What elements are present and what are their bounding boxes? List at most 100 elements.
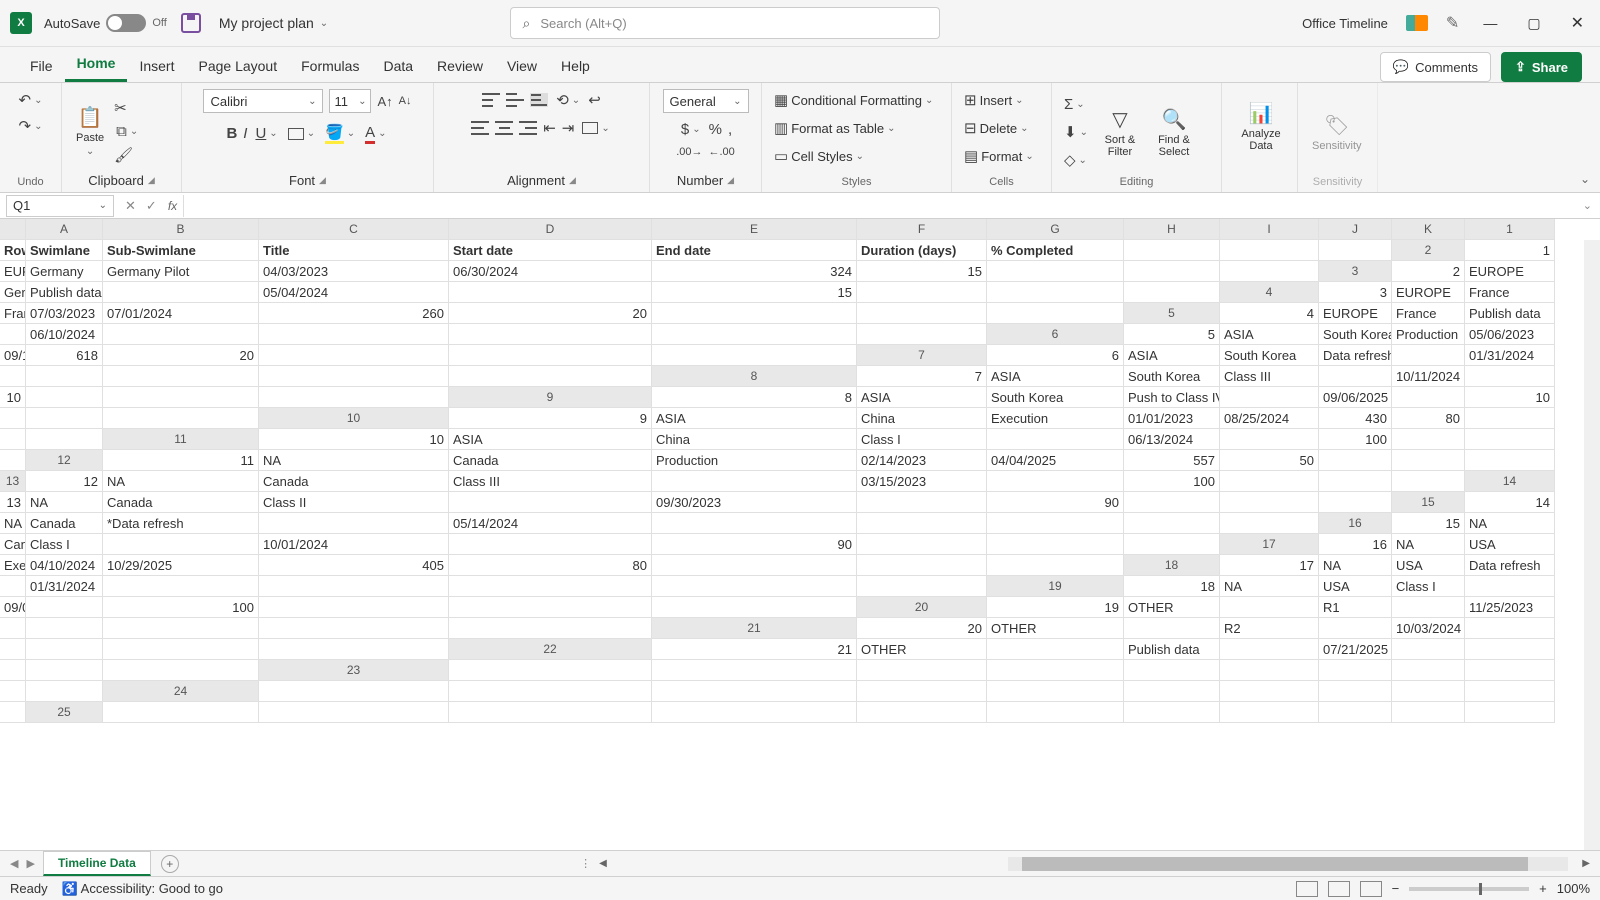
cell-I13[interactable] (1220, 471, 1319, 492)
format-cells-button[interactable]: ▤Format⌄ (962, 145, 1036, 167)
status-accessibility[interactable]: ♿ Accessibility: Good to go (62, 881, 223, 897)
cell-E10[interactable]: 01/01/2023 (1124, 408, 1220, 429)
cell-B15[interactable]: NA (0, 513, 26, 534)
cell-K24[interactable] (0, 702, 26, 723)
row-header-7[interactable]: 7 (857, 345, 987, 366)
cell-A25[interactable] (103, 702, 259, 723)
cell-J1[interactable] (1220, 240, 1319, 261)
cell-E13[interactable] (652, 471, 857, 492)
cell-I18[interactable] (449, 576, 652, 597)
row-header-12[interactable]: 12 (26, 450, 103, 471)
sheet-nav-prev-icon[interactable]: ◀ (6, 857, 22, 870)
orientation-button[interactable]: ⟲⌄ (554, 89, 582, 111)
undo-button[interactable]: ↶⌄ (17, 89, 45, 111)
cell-G3[interactable] (449, 282, 652, 303)
find-select-button[interactable]: 🔍Find & Select (1150, 105, 1198, 160)
normal-view-icon[interactable] (1296, 881, 1318, 897)
increase-decimal-icon[interactable]: .00→ (676, 146, 702, 158)
decrease-decimal-icon[interactable]: ←.00 (709, 146, 735, 158)
cell-H4[interactable]: 20 (449, 303, 652, 324)
cell-C2[interactable]: Germany (26, 261, 103, 282)
cell-D25[interactable] (652, 702, 857, 723)
row-header-20[interactable]: 20 (857, 597, 987, 618)
column-header-D[interactable]: D (449, 219, 652, 240)
cell-D20[interactable]: R1 (1319, 597, 1392, 618)
cell-I6[interactable] (259, 345, 449, 366)
cell-C24[interactable] (652, 681, 857, 702)
cell-E8[interactable] (1319, 366, 1392, 387)
comma-icon[interactable]: , (728, 121, 732, 138)
cell-B16[interactable]: NA (1465, 513, 1555, 534)
sheet-nav-next-icon[interactable]: ▶ (22, 857, 38, 870)
tab-help[interactable]: Help (549, 50, 602, 82)
cell-F4[interactable]: 07/01/2024 (103, 303, 259, 324)
cell-D19[interactable]: Class I (1392, 576, 1465, 597)
wrap-text-icon[interactable]: ↩ (588, 91, 601, 109)
cell-J16[interactable] (987, 534, 1124, 555)
cell-I22[interactable] (0, 660, 26, 681)
cell-I16[interactable] (857, 534, 987, 555)
cell-A10[interactable]: 9 (449, 408, 652, 429)
cell-C23[interactable] (857, 660, 987, 681)
cell-C9[interactable]: South Korea (987, 387, 1124, 408)
cell-D10[interactable]: Execution (987, 408, 1124, 429)
cell-B3[interactable]: EUROPE (1465, 261, 1555, 282)
cell-B1[interactable]: Swimlane (26, 240, 103, 261)
cell-J7[interactable] (259, 366, 449, 387)
cell-C20[interactable] (1220, 597, 1319, 618)
cell-F17[interactable]: 10/29/2025 (103, 555, 259, 576)
cell-A4[interactable]: 3 (1319, 282, 1392, 303)
cell-A9[interactable]: 8 (652, 387, 857, 408)
align-middle-icon[interactable] (506, 93, 524, 107)
column-header-A[interactable]: A (26, 219, 103, 240)
number-format-select[interactable]: General⌄ (663, 89, 749, 113)
cell-F7[interactable]: 01/31/2024 (1465, 345, 1555, 366)
cell-C17[interactable]: USA (1465, 534, 1555, 555)
cell-H24[interactable] (1319, 681, 1392, 702)
cell-B23[interactable] (652, 660, 857, 681)
cell-B17[interactable]: NA (1392, 534, 1465, 555)
cell-A11[interactable]: 10 (259, 429, 449, 450)
cell-H17[interactable]: 80 (449, 555, 652, 576)
cell-E4[interactable]: 07/03/2023 (26, 303, 103, 324)
cell-C15[interactable]: Canada (26, 513, 103, 534)
cell-C21[interactable] (1124, 618, 1220, 639)
tab-insert[interactable]: Insert (127, 50, 186, 82)
cell-B21[interactable]: OTHER (987, 618, 1124, 639)
cell-A8[interactable]: 7 (857, 366, 987, 387)
cell-B14[interactable]: NA (26, 492, 103, 513)
cell-G20[interactable] (0, 618, 26, 639)
cell-J18[interactable] (652, 576, 857, 597)
cell-A3[interactable]: 2 (1392, 261, 1465, 282)
cell-D16[interactable]: Class I (26, 534, 103, 555)
cell-J22[interactable] (26, 660, 103, 681)
cell-H18[interactable] (259, 576, 449, 597)
tab-data[interactable]: Data (371, 50, 425, 82)
cell-D15[interactable]: *Data refresh (103, 513, 259, 534)
office-timeline-label[interactable]: Office Timeline (1302, 16, 1388, 31)
cell-E5[interactable] (0, 324, 26, 345)
cell-E1[interactable]: Start date (449, 240, 652, 261)
cell-D14[interactable]: Class II (259, 492, 449, 513)
cell-J3[interactable] (987, 282, 1124, 303)
cell-I20[interactable] (103, 618, 259, 639)
page-layout-view-icon[interactable] (1328, 881, 1350, 897)
minimize-button[interactable]: — (1477, 11, 1503, 35)
cell-D5[interactable]: Publish data (1465, 303, 1555, 324)
cell-E2[interactable]: 04/03/2023 (259, 261, 449, 282)
cell-K6[interactable] (652, 345, 857, 366)
delete-cells-button[interactable]: ⊟Delete⌄ (962, 117, 1031, 139)
border-button[interactable]: ⌄ (286, 126, 317, 142)
cell-C10[interactable]: China (857, 408, 987, 429)
decrease-font-icon[interactable]: A↓ (399, 95, 412, 107)
cell-G22[interactable] (1392, 639, 1465, 660)
cell-D17[interactable]: Execution (0, 555, 26, 576)
close-button[interactable]: ✕ (1565, 9, 1590, 37)
cell-F21[interactable]: 10/03/2024 (1392, 618, 1465, 639)
cell-I14[interactable] (1124, 492, 1220, 513)
cell-K22[interactable] (103, 660, 259, 681)
formula-input[interactable] (183, 195, 1575, 217)
cell-C3[interactable]: Germany (0, 282, 26, 303)
cell-E21[interactable] (1319, 618, 1392, 639)
cell-G18[interactable] (103, 576, 259, 597)
